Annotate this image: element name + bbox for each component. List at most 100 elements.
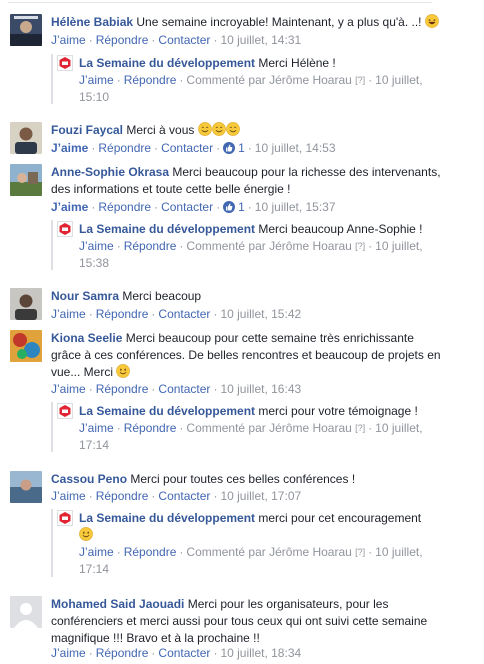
comment-timestamp[interactable]: 10 juillet, 15:37: [255, 200, 336, 214]
comment-text-line2: conférenciers et merci aussi pour tous c…: [51, 614, 428, 628]
separator: ·: [88, 646, 93, 660]
reply-link[interactable]: Répondre: [96, 382, 149, 396]
comment-actions: J’aime · Répondre · Contacter · 10 juillet, 15…: [51, 306, 301, 323]
reply-link[interactable]: Répondre: [96, 489, 149, 503]
reply-link[interactable]: Répondre: [124, 545, 177, 559]
reply-author[interactable]: La Semaine du développement: [79, 511, 255, 525]
comment-timestamp[interactable]: 10 juillet, 16:43: [220, 382, 301, 396]
comment-author[interactable]: Hélène Babiak: [51, 15, 133, 29]
like-link[interactable]: J’aime: [79, 545, 114, 559]
avatar[interactable]: [10, 288, 42, 320]
smiling-emoji-icon: [225, 122, 240, 136]
commented-by: Commenté par Jérôme Hoarau: [186, 239, 352, 253]
comment-timestamp[interactable]: 10 juillet, 17:07: [220, 489, 301, 503]
contact-link[interactable]: Contacter: [158, 307, 210, 321]
like-count[interactable]: 1: [238, 200, 245, 214]
reply-text: Merci beaucoup Anne-Sophie !: [258, 222, 423, 236]
like-link[interactable]: J’aime: [51, 646, 86, 660]
like-link[interactable]: J’aime: [51, 489, 86, 503]
separator: ·: [91, 141, 96, 155]
reply-author[interactable]: La Semaine du développement: [79, 404, 255, 418]
comment-author[interactable]: Cassou Peno: [51, 472, 127, 486]
help-link[interactable]: [?]: [355, 423, 365, 433]
contact-link[interactable]: Contacter: [161, 200, 213, 214]
separator: ·: [179, 421, 184, 435]
like-link[interactable]: J’aime: [51, 33, 86, 47]
thumbs-up-icon[interactable]: [223, 142, 236, 154]
contact-link[interactable]: Contacter: [161, 141, 213, 155]
contact-link[interactable]: Contacter: [158, 489, 210, 503]
avatar[interactable]: [10, 596, 42, 628]
comment-author[interactable]: Nour Samra: [51, 289, 119, 303]
avatar[interactable]: [10, 14, 42, 46]
reply-link[interactable]: Répondre: [98, 200, 151, 214]
contact-link[interactable]: Contacter: [158, 382, 210, 396]
contact-link[interactable]: Contacter: [158, 33, 210, 47]
comment-timestamp[interactable]: 10 juillet, 15:42: [220, 307, 301, 321]
avatar[interactable]: [10, 122, 42, 154]
comment-body: Kiona Seelie Merci beaucoup pour cette s…: [51, 330, 471, 381]
reply-timestamp[interactable]: 10 juillet,: [375, 545, 422, 559]
reply-actions: J’aime · Répondre · Commenté par Jérôme Hoar…: [79, 238, 423, 255]
like-link[interactable]: J’aime: [51, 141, 88, 155]
separator: ·: [247, 141, 252, 155]
reply-timestamp-time[interactable]: 17:14: [79, 562, 109, 576]
reply-author[interactable]: La Semaine du développement: [79, 56, 255, 70]
laughing-emoji-icon: [425, 14, 439, 28]
comment-body: Hélène Babiak Une semaine incroyable! Ma…: [51, 14, 451, 31]
reply-link[interactable]: Répondre: [98, 141, 151, 155]
help-link[interactable]: [?]: [355, 547, 365, 557]
reply-thread-line: [51, 220, 53, 270]
reply-link[interactable]: Répondre: [96, 307, 149, 321]
separator: ·: [216, 200, 221, 214]
comment-author[interactable]: Kiona Seelie: [51, 331, 122, 345]
like-link[interactable]: J’aime: [79, 239, 114, 253]
reply-timestamp-time[interactable]: 15:38: [79, 256, 109, 270]
reply-link[interactable]: Répondre: [96, 646, 149, 660]
comment-timestamp[interactable]: 10 juillet, 14:53: [255, 141, 336, 155]
like-count[interactable]: 1: [238, 141, 245, 155]
commented-by: Commenté par Jérôme Hoarau: [186, 73, 352, 87]
comment-timestamp[interactable]: 10 juillet, 14:31: [220, 33, 301, 47]
comment-body: Anne-Sophie Okrasa Merci beaucoup pour l…: [51, 164, 471, 198]
help-link[interactable]: [?]: [355, 75, 365, 85]
comment-author[interactable]: Anne-Sophie Okrasa: [51, 165, 169, 179]
reply-link[interactable]: Répondre: [124, 73, 177, 87]
avatar[interactable]: [10, 164, 42, 196]
avatar[interactable]: [10, 330, 42, 362]
reply-timestamp[interactable]: 10 juillet,: [375, 239, 422, 253]
reply-timestamp-time[interactable]: 17:14: [79, 438, 109, 452]
comment-text-line2: grâce à ces conférences. De belles renco…: [51, 348, 441, 362]
reply-link[interactable]: Répondre: [124, 421, 177, 435]
page-logo[interactable]: [57, 221, 73, 237]
separator: ·: [213, 307, 218, 321]
separator: ·: [154, 200, 159, 214]
page-logo[interactable]: [57, 403, 73, 419]
like-link[interactable]: J’aime: [51, 200, 88, 214]
reply-timestamp[interactable]: 10 juillet,: [375, 421, 422, 435]
comment-text-line3: vue... Merci: [51, 365, 114, 379]
separator: ·: [368, 545, 373, 559]
avatar[interactable]: [10, 471, 42, 503]
comment-author[interactable]: Fouzi Faycal: [51, 123, 123, 137]
comment-timestamp[interactable]: 10 juillet, 18:34: [220, 646, 301, 660]
smiling-emoji-icon: [79, 527, 93, 541]
reply-timestamp[interactable]: 10 juillet,: [375, 73, 422, 87]
reply-timestamp-time[interactable]: 15:10: [79, 90, 109, 104]
reply-author[interactable]: La Semaine du développement: [79, 222, 255, 236]
like-link[interactable]: J’aime: [51, 382, 86, 396]
separator: ·: [88, 33, 93, 47]
separator: ·: [151, 646, 156, 660]
comment-author[interactable]: Mohamed Said Jaouadi: [51, 597, 184, 611]
reply-link[interactable]: Répondre: [96, 33, 149, 47]
page-logo[interactable]: [57, 510, 73, 526]
like-link[interactable]: J’aime: [51, 307, 86, 321]
thumbs-up-icon[interactable]: [223, 201, 236, 213]
like-link[interactable]: J’aime: [79, 73, 114, 87]
reply-link[interactable]: Répondre: [124, 239, 177, 253]
like-link[interactable]: J’aime: [79, 421, 114, 435]
comment-text: Merci beacoup: [122, 289, 202, 303]
page-logo[interactable]: [57, 55, 73, 71]
contact-link[interactable]: Contacter: [158, 646, 210, 660]
help-link[interactable]: [?]: [355, 241, 365, 251]
